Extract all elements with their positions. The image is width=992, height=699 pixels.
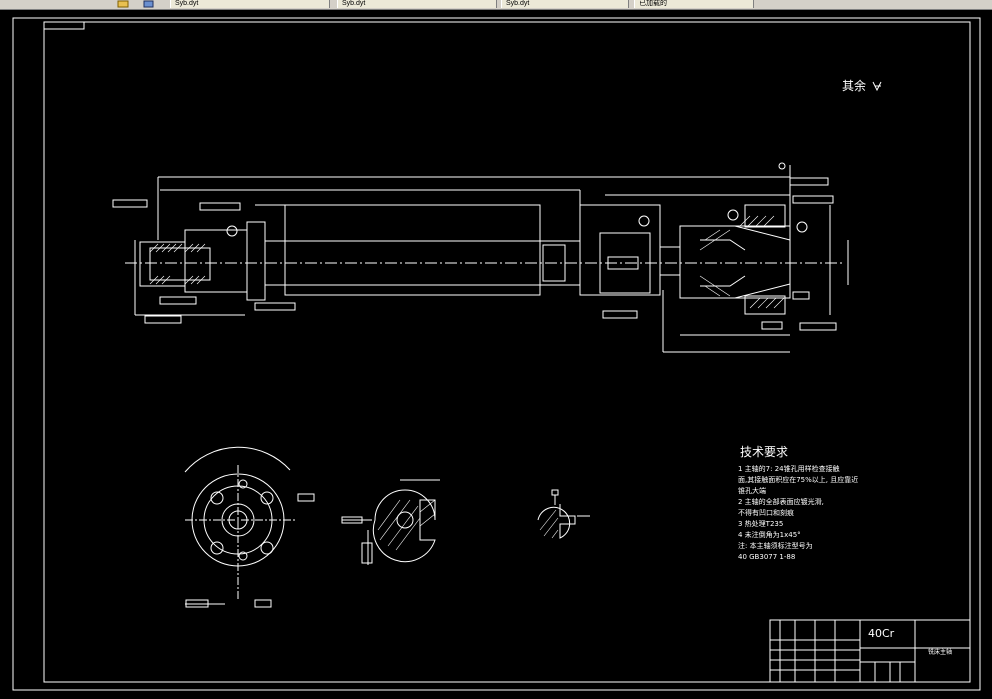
- tech-req-title: 技术要求: [740, 445, 788, 459]
- roughness-note: 其余: [842, 78, 882, 93]
- part-name: 铣床主轴: [928, 648, 952, 656]
- outer-frame: [12, 17, 981, 691]
- inner-frame: [43, 21, 971, 683]
- section-a-view: [341, 479, 440, 565]
- tech-req-line-2: 面,其接触面积应在75%以上, 且应靠近: [738, 475, 858, 484]
- tech-req-line-7: 4 未注倒角为1x45°: [738, 530, 801, 539]
- tech-req-line-5: 不得有凹口和刻痕: [738, 508, 794, 517]
- tech-req-line-6: 3 热处理T235: [738, 519, 783, 528]
- tech-req-line-8: 注: 本主轴须标注型号为: [738, 541, 813, 550]
- main-shaft-view: [112, 162, 849, 353]
- material-label: 40Cr: [868, 627, 895, 640]
- section-b-view: [537, 489, 590, 539]
- tech-req-line-4: 2 主轴的全部表面应镀光滑,: [738, 497, 824, 506]
- roughness-symbol-icon: [872, 81, 882, 92]
- frame-code-box: [43, 21, 85, 30]
- drawing-canvas[interactable]: 其余 技术要求 1 主轴的7: 24锥孔用样检查接触 面,其接触面积应在75%以…: [0, 0, 992, 699]
- tech-requirements: 技术要求 1 主轴的7: 24锥孔用样检查接触 面,其接触面积应在75%以上, …: [738, 445, 858, 561]
- tech-req-line-9: 40 GB3077 1-88: [738, 553, 795, 561]
- tech-req-line-3: 锥孔大端: [738, 486, 766, 495]
- roughness-note-text: 其余: [842, 78, 866, 93]
- flange-end-view: [184, 446, 315, 608]
- tech-req-line-1: 1 主轴的7: 24锥孔用样检查接触: [738, 464, 840, 473]
